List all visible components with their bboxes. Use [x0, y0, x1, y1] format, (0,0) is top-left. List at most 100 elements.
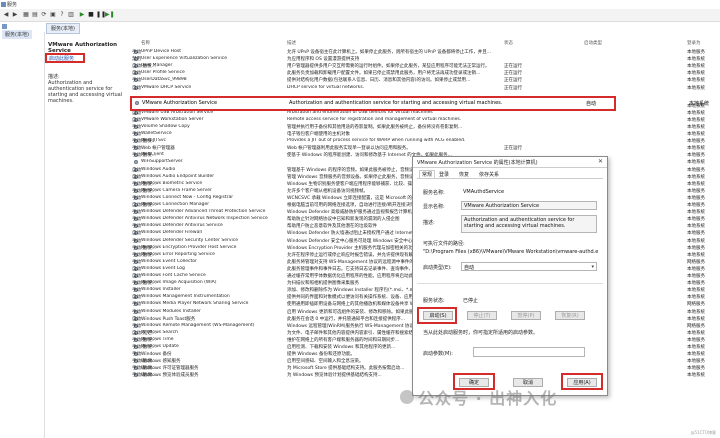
service-name: Windows Time	[141, 336, 174, 342]
help-icon[interactable]: ?	[58, 11, 66, 19]
service-startup-type: 自动(触发...	[132, 203, 157, 208]
service-description: DHCP service for virtual networks.	[287, 84, 365, 90]
tab-recovery[interactable]: 恢复	[459, 171, 469, 178]
restart-service-icon[interactable]: ▶❚	[105, 11, 115, 19]
show-hide-tree-icon[interactable]: ▦	[22, 11, 30, 19]
extended-description-pane: VMware Authorization Service 启动此服务 描述: A…	[45, 42, 130, 438]
service-name: Windows Remote Management (WS-Management…	[141, 322, 255, 328]
table-row[interactable]: Web 帐户管理器 Web 帐户管理器利用此服务实现单一登录以访问应用和服务。 正在…	[132, 145, 720, 151]
start-button[interactable]: 启动(S)	[423, 311, 453, 320]
service-startup-type: 手动	[132, 259, 141, 265]
apply-button[interactable]: 应用(A)	[567, 378, 597, 387]
service-logon: 本地系统	[687, 117, 705, 123]
column-description[interactable]: 描述	[287, 40, 296, 46]
start-service-icon[interactable]: ▶	[78, 11, 86, 19]
table-row[interactable]: VMware DHCP Service DHCP service for virt…	[132, 85, 720, 91]
tab-logon[interactable]: 登录	[439, 171, 449, 178]
service-name: VMware Workstation Server	[141, 116, 204, 122]
service-startup-type: 手动	[132, 288, 141, 294]
startup-type-select[interactable]: 自动 ▾	[461, 262, 597, 271]
service-logon: 本地服务	[687, 139, 705, 145]
service-description: 为应用程序和 OS 设置漫游提供支持	[287, 57, 360, 63]
description-field[interactable]: Authorization and authentication service…	[461, 215, 597, 233]
service-description: 电子钱包客户端使用的主机对象	[287, 132, 350, 137]
service-name: Windows Event Log	[141, 265, 185, 271]
service-description: 允许 UPnP 设备宿主在此计算机上。如果停止此服务，则所有宿主的 UPnP 设…	[287, 50, 491, 55]
service-name: Windows Media Player Network Sharing Ser…	[141, 301, 249, 307]
display-name-label: 显示名称:	[423, 204, 445, 210]
params-label: 启动参数(M):	[423, 351, 453, 357]
params-input[interactable]	[473, 347, 585, 357]
service-name: WebClient	[141, 152, 164, 158]
tab-dependencies[interactable]: 依存关系	[479, 171, 499, 178]
service-startup-type: 自动	[132, 71, 141, 77]
service-description: 管理并执行用于备份和其他用途的卷影复制。如果此服务被终止，备份将没有卷影复制..…	[287, 124, 463, 130]
service-name: Windows 备份	[141, 352, 172, 358]
service-startup-type: 手动(触发...	[132, 366, 157, 372]
console-icon[interactable]: ▤	[31, 11, 39, 19]
export-icon[interactable]: ▣	[49, 11, 57, 19]
service-name: Windows Event Collector	[141, 258, 197, 264]
column-status[interactable]: 状态	[504, 40, 513, 46]
pause-button[interactable]: 暂停(P)	[511, 311, 541, 320]
service-name: Windows 许可证管理器服务	[141, 366, 199, 372]
tab-strip: 服务(本地)	[44, 22, 720, 34]
console-tree: 服务(本地)	[0, 22, 45, 438]
service-name: Windows Connect Now - Config Registrar	[141, 194, 234, 200]
start-service-link[interactable]: 启动此服务	[49, 55, 74, 62]
properties-icon[interactable]: ▥	[67, 11, 75, 19]
service-logon: 本地服务	[687, 281, 705, 287]
service-logon: 本地系统	[687, 85, 705, 91]
service-name: Windows Camera Frame Server	[141, 187, 212, 193]
column-startup-type[interactable]: 启动类型	[584, 40, 602, 46]
service-logon: 本地系统	[687, 352, 705, 358]
stop-button[interactable]: 停止(T)	[467, 311, 497, 320]
service-logon: 本地系统	[687, 238, 705, 244]
service-logon: 本地系统	[687, 57, 705, 63]
tree-item-services-local[interactable]: 服务(本地)	[2, 30, 32, 39]
service-logon: 本地服务	[687, 195, 705, 201]
service-startup-type: 自动(延迟...	[132, 330, 157, 336]
service-startup-type: 自动	[132, 174, 141, 180]
refresh-icon[interactable]: ⟳	[40, 11, 48, 19]
service-logon: 本地系统	[687, 124, 705, 130]
column-logon[interactable]: 登录为	[687, 40, 701, 46]
table-row[interactable]: WalletService 电子钱包客户端使用的主机对象 手动 本地系统	[132, 131, 720, 137]
table-row[interactable]: User Manager 用户管理器提供多用户交互所需要的运行时组件。如果停止此服…	[132, 63, 720, 69]
table-row[interactable]: Volume Shadow Copy 管理并执行用于备份和其他用途的卷影复制。如果…	[132, 124, 720, 130]
service-logon: 本地服务	[687, 366, 705, 372]
service-name: Web 帐户管理器	[141, 146, 175, 152]
tab-general[interactable]: 常规	[419, 170, 436, 178]
close-icon[interactable]: ✕	[598, 158, 603, 165]
tab-services-local[interactable]: 服务(本地)	[46, 23, 80, 34]
resume-button[interactable]: 恢复(R)	[555, 311, 585, 320]
table-row[interactable]: User Profile Service 此服务负责加载和卸载用户配置文件。如果已…	[132, 70, 720, 76]
service-startup-type: 手动	[132, 78, 141, 84]
display-name-field[interactable]: VMware Authorization Service	[461, 201, 597, 210]
table-row-selected[interactable]: VMware Authorization Service Authorizati…	[132, 98, 614, 109]
back-icon[interactable]: ◀	[2, 11, 10, 19]
service-name: Volume Shadow Copy	[141, 123, 190, 129]
watermark-small: @51CTO博客	[690, 430, 716, 435]
service-name: Windows Audio Endpoint Builder	[141, 173, 215, 179]
service-logon: 本地系统	[687, 252, 705, 258]
table-row[interactable]: User Experience Virtualization Service 为应…	[132, 56, 720, 62]
service-name: Windows Encryption Provider Host Service	[141, 244, 237, 250]
service-startup-type: 手动	[132, 352, 141, 358]
pause-service-icon[interactable]: ❚❚	[96, 11, 106, 19]
service-description: Remote access service for registration a…	[287, 116, 462, 122]
watermark-text: 公众号 · 出神入化	[418, 389, 558, 408]
forward-icon[interactable]: ▶	[11, 11, 19, 19]
service-name: UserDataSvc_99898	[141, 77, 187, 83]
stop-service-icon[interactable]: ■	[87, 11, 95, 19]
service-logon: 网络服务	[687, 259, 705, 265]
service-startup-type: 手动(触发...	[132, 139, 157, 145]
table-row[interactable]: VMware Workstation Server Remote access s…	[132, 117, 720, 123]
service-startup-type: 手动(触发...	[132, 359, 157, 365]
table-row[interactable]: WarpJITSvc Provides a JIT out of process …	[132, 138, 720, 144]
column-name[interactable]: 名称	[141, 40, 150, 46]
service-status: 正在运行	[504, 78, 522, 84]
table-row[interactable]: UserDataSvc_99898 提供对结构化用户数据(包括联系人信息、日历、消…	[132, 77, 720, 83]
table-row[interactable]: UPnP Device Host 允许 UPnP 设备宿主在此计算机上。如果停止此…	[132, 49, 720, 55]
service-startup-type: 手动	[132, 238, 141, 244]
